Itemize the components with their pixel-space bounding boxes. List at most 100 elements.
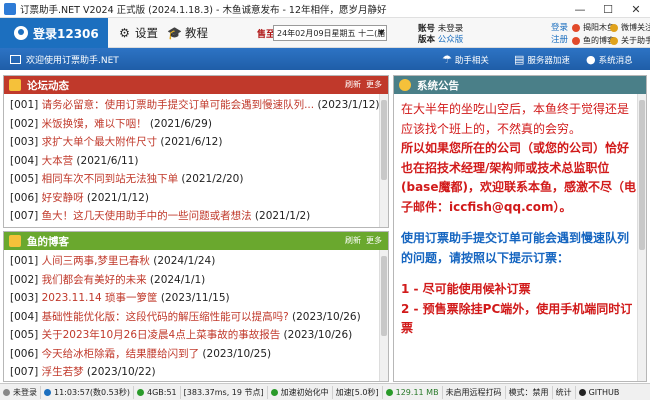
list-item[interactable]: [008] 记录近遇到的一个奇葩的内网网络问题 (2023/10/21): [10, 382, 382, 383]
blog-refresh-link[interactable]: 刷新: [345, 235, 361, 246]
about-icon: [610, 36, 618, 45]
register-link[interactable]: 注册: [551, 34, 568, 46]
help-button[interactable]: ☂ 助手相关: [442, 53, 489, 66]
list-item[interactable]: [008] 登录时滑动验证失败 (2020/11/30): [10, 226, 382, 228]
nav-strip: 欢迎使用订票助手.NET ☂ 助手相关 ▤ 服务器加速 ● 系统消息: [0, 48, 650, 70]
login-label: 登录12306: [33, 26, 99, 41]
status-stat[interactable]: 统计: [553, 385, 576, 399]
list-item[interactable]: [002] 我们都会有美好的未来 (2024/1/1): [10, 271, 382, 290]
item-number: [003]: [10, 292, 39, 304]
tutorial-button[interactable]: 🎓 教程: [167, 23, 208, 43]
item-title-link[interactable]: 鱼大！这几天使用助手中的一些问题或者想法: [42, 210, 252, 222]
status-login: 未登录: [0, 385, 41, 399]
item-title-link[interactable]: 基础性能优化版：这段代码的解压缩性能可以提高吗?: [42, 311, 289, 323]
list-item[interactable]: [005] 相同车次不同到站无法独下单 (2021/2/20): [10, 170, 382, 189]
notice-panel: 系统公告 在大半年的坐吃山空后，本鱼终于觉得还是应该找个班上的，不然真的会穷。 …: [393, 75, 647, 382]
github-link[interactable]: GITHUB: [576, 386, 623, 399]
fav-label-2: 微博关注鱼: [621, 23, 650, 32]
window-title: 订票助手.NET V2024 正式版 (2024.1.18.3) - 木鱼诚意发…: [20, 4, 387, 16]
home-icon: [10, 54, 21, 64]
graduation-icon: 🎓: [167, 26, 182, 40]
status-init: 加速初始化中: [268, 385, 333, 399]
forum-panel: 论坛动态 刷新 更多 [001] 请务必留意：使用订票助手提交订单可能会遇到慢速…: [3, 75, 389, 228]
forum-refresh-link[interactable]: 刷新: [345, 79, 361, 90]
close-button[interactable]: ✕: [622, 0, 650, 18]
item-title-link[interactable]: 好安静呀: [42, 192, 84, 204]
item-date: (2023/11/15): [160, 292, 230, 304]
forum-list: [001] 请务必留意：使用订票助手提交订单可能会遇到慢速队列... (2023…: [4, 94, 388, 228]
list-item[interactable]: [006] 好安静呀 (2021/1/12): [10, 189, 382, 208]
list-item[interactable]: [004] 大本营 (2021/6/11): [10, 152, 382, 171]
item-title-link[interactable]: 求扩大单个最大附件尺寸: [42, 136, 158, 148]
list-item[interactable]: [003] 求扩大单个最大附件尺寸 (2021/6/12): [10, 133, 382, 152]
list-item[interactable]: [007] 浮生若梦 (2023/10/22): [10, 363, 382, 381]
gear-icon: ⚙: [119, 26, 130, 40]
blog-scroll-thumb[interactable]: [381, 256, 387, 336]
item-number: [001]: [10, 99, 39, 111]
login-link[interactable]: 登录: [551, 22, 568, 34]
blog-title: 鱼的博客: [27, 235, 69, 248]
status-mode[interactable]: 模式：禁用: [506, 385, 553, 399]
item-title-link[interactable]: 相同车次不同到站无法独下单: [42, 173, 179, 185]
item-title-link[interactable]: 米饭换馍，难以下咽！: [42, 118, 147, 130]
blog-header: 鱼的博客 刷新 更多: [4, 232, 388, 250]
user-status-icon: [3, 388, 10, 396]
fav-link-3[interactable]: 鱼的博客: [572, 35, 615, 46]
item-date: (2023/10/26): [283, 329, 353, 341]
item-title-link[interactable]: 浮生若梦: [42, 366, 84, 378]
blog-more-link[interactable]: 更多: [366, 235, 382, 246]
list-item[interactable]: [003] 2023.11.14 琐事一箩筐 (2023/11/15): [10, 289, 382, 308]
fav-link-4[interactable]: 关于助手: [610, 35, 650, 46]
list-item[interactable]: [005] 关于2023年10月26日凌晨4点上菜事故的事故报告 (2023/1…: [10, 326, 382, 345]
settings-label: 设置: [135, 26, 158, 40]
blog-panel: 鱼的博客 刷新 更多 [001] 人间三两事,梦里已春秋 (2024/1/24)…: [3, 231, 389, 382]
item-title-link[interactable]: 关于2023年10月26日凌晨4点上菜事故的事故报告: [42, 329, 281, 341]
forum-scroll-thumb[interactable]: [381, 100, 387, 180]
github-icon: [578, 388, 586, 396]
blog-icon: [9, 235, 21, 247]
maximize-button[interactable]: ☐: [594, 0, 622, 18]
status-mem: [383.37ms, 19 节点]: [181, 385, 268, 399]
item-date: (2024/1/1): [149, 273, 206, 286]
fav-link-2[interactable]: 微博关注鱼: [610, 22, 650, 33]
notice-scrollbar[interactable]: [637, 94, 646, 381]
traffic-icon: [385, 388, 393, 396]
item-number: [006]: [10, 347, 39, 360]
notice-spacer-2: [401, 268, 639, 280]
login-button[interactable]: 登录12306: [0, 18, 108, 48]
forum-header: 论坛动态 刷新 更多: [4, 76, 388, 94]
notice-scroll-thumb[interactable]: [639, 100, 645, 250]
item-number: [007]: [10, 210, 39, 222]
notice-paragraph-1: 在大半年的坐吃山空后，本鱼终于觉得还是应该找个班上的，不然真的会穷。: [401, 102, 630, 136]
item-date: (2023/1/12): [317, 99, 380, 111]
fav-link-1[interactable]: 揭阳木鱼: [572, 22, 615, 33]
date-select[interactable]: 24年02月09日星期五 十二(腊) ▼: [273, 25, 387, 41]
item-title-link[interactable]: 请务必留意：使用订票助手提交订单可能会遇到慢速队列...: [42, 99, 315, 111]
news-icon: ●: [586, 53, 596, 66]
status-remote[interactable]: 未启用远程打码: [443, 385, 506, 399]
item-title-link[interactable]: 大本营: [42, 155, 74, 167]
list-item[interactable]: [007] 鱼大！这几天使用助手中的一些问题或者想法 (2021/1/2): [10, 207, 382, 226]
item-title-link[interactable]: 人间三两事,梦里已春秋: [42, 255, 150, 267]
server-accel-button[interactable]: ▤ 服务器加速: [514, 53, 570, 66]
list-item[interactable]: [001] 请务必留意：使用订票助手提交订单可能会遇到慢速队列... (2023…: [10, 96, 382, 115]
item-title-link[interactable]: 2023.11.14 琐事一箩筐: [42, 292, 158, 304]
settings-button[interactable]: ⚙ 设置: [118, 23, 158, 43]
welcome-label: 欢迎使用订票助手.NET: [26, 55, 119, 66]
list-item[interactable]: [006] 今天给冰柜除霜，结果腰给闪到了 (2023/10/25): [10, 345, 382, 364]
list-item[interactable]: [002] 米饭换馍，难以下咽！ (2021/6/29): [10, 115, 382, 134]
forum-icon: [9, 79, 21, 91]
forum-scrollbar[interactable]: [379, 94, 388, 227]
item-date: (2023/10/22): [86, 366, 156, 378]
blog-scrollbar[interactable]: [379, 250, 388, 381]
item-title-link[interactable]: 我们都会有美好的未来: [42, 274, 147, 286]
blog-actions: 刷新 更多: [340, 235, 382, 246]
status-eq-text: 加速[5.0秒]: [335, 387, 379, 397]
status-mode-text: 模式：禁用: [508, 387, 549, 397]
minimize-button[interactable]: —: [566, 0, 594, 18]
list-item[interactable]: [001] 人间三两事,梦里已春秋 (2024/1/24): [10, 252, 382, 271]
system-news-button[interactable]: ● 系统消息: [586, 53, 633, 66]
list-item[interactable]: [004] 基础性能优化版：这段代码的解压缩性能可以提高吗? (2023/10/…: [10, 308, 382, 327]
forum-more-link[interactable]: 更多: [366, 79, 382, 90]
item-title-link[interactable]: 今天给冰柜除霜，结果腰给闪到了: [42, 348, 200, 360]
